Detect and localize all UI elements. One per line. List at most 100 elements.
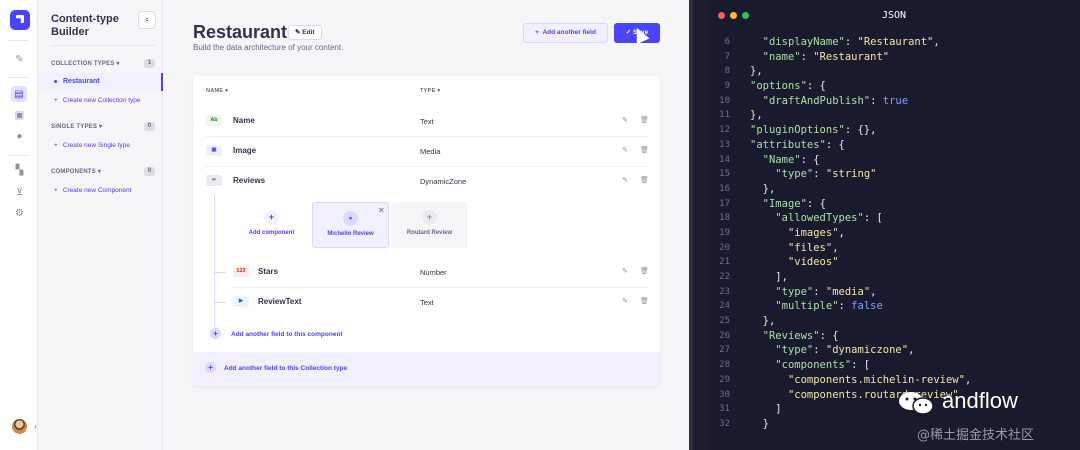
component-routard-review[interactable]: + Routard Review bbox=[391, 202, 468, 248]
json-line: 21 "videos" bbox=[708, 255, 1080, 270]
pencil-icon[interactable]: ✎ bbox=[13, 53, 26, 66]
field-type: Number bbox=[420, 268, 447, 277]
field-name: Image bbox=[233, 146, 257, 155]
terminal-title: JSON bbox=[881, 10, 907, 21]
edit-pencil-icon[interactable]: ✎ bbox=[622, 297, 628, 305]
table-row[interactable]: Ab Name Text ✎ 🗑 bbox=[193, 106, 660, 136]
section-components[interactable]: COMPONENTS ▾ bbox=[51, 168, 101, 175]
text-field-icon: Ab bbox=[206, 115, 222, 126]
column-header-name[interactable]: NAME ▾ bbox=[206, 88, 228, 94]
settings-gear-icon[interactable]: ⚙ bbox=[13, 207, 26, 220]
json-line: 6 "displayName": "Restaurant", bbox=[708, 35, 1080, 50]
edit-pencil-icon[interactable]: ✎ bbox=[622, 146, 628, 154]
close-icon[interactable]: ✕ bbox=[378, 206, 385, 215]
column-header-type[interactable]: TYPE ▾ bbox=[420, 88, 440, 94]
add-component-label: Add component bbox=[248, 230, 295, 236]
wechat-logo-icon bbox=[899, 392, 934, 415]
component-label: Routard Review bbox=[406, 230, 453, 236]
json-code-view[interactable]: 6 "displayName": "Restaurant", 7 "name": … bbox=[708, 35, 1080, 432]
component-icon: ▪ bbox=[343, 211, 358, 226]
table-row[interactable]: ▣ Image Media ✎ 🗑 bbox=[193, 136, 660, 166]
connector-branch bbox=[214, 302, 226, 303]
fields-table: NAME ▾ TYPE ▾ Ab Name Text ✎ 🗑 ▣ Image M… bbox=[193, 76, 660, 386]
section-collection-types[interactable]: COLLECTION TYPES ▾ bbox=[51, 60, 120, 67]
table-row[interactable]: ∞ Reviews DynamicZone ✎ 🗑 bbox=[193, 166, 660, 196]
table-row[interactable]: ▶ ReviewText Text ✎ 🗑 bbox=[193, 287, 660, 317]
watermark-brand: andflow bbox=[942, 388, 1018, 413]
strapi-logo-icon[interactable] bbox=[10, 10, 30, 30]
line-number: 15 bbox=[719, 169, 730, 180]
info-icon[interactable]: ● bbox=[13, 130, 26, 143]
trash-icon[interactable]: 🗑 bbox=[640, 146, 649, 154]
line-number: 6 bbox=[724, 37, 730, 47]
line-number: 25 bbox=[719, 316, 730, 327]
page-subtitle: Build the data architecture of your cont… bbox=[193, 43, 344, 52]
trash-icon[interactable]: 🗑 bbox=[640, 297, 649, 305]
plus-icon: + bbox=[205, 362, 216, 373]
sidebar-item-restaurant[interactable]: Restaurant bbox=[38, 73, 163, 91]
create-single-type-link[interactable]: + Create new Single type bbox=[54, 142, 130, 149]
plugins-icon[interactable]: ▚ bbox=[13, 164, 26, 177]
line-number: 14 bbox=[719, 154, 730, 165]
json-line: 29 "components.michelin-review", bbox=[708, 373, 1080, 388]
create-collection-type-link[interactable]: + Create new Collection type bbox=[54, 97, 140, 104]
edit-button[interactable]: ✎ Edit bbox=[288, 25, 322, 40]
json-line: 8}, bbox=[708, 64, 1080, 79]
table-row[interactable]: 123 Stars Number ✎ 🗑 bbox=[193, 257, 660, 287]
line-text: "Image": { bbox=[762, 197, 826, 210]
component-icon: + bbox=[422, 210, 437, 225]
add-component-button[interactable]: + Add component bbox=[233, 202, 310, 248]
line-number: 17 bbox=[719, 198, 730, 209]
edit-pencil-icon[interactable]: ✎ bbox=[622, 176, 628, 184]
user-avatar[interactable] bbox=[12, 419, 27, 434]
content-type-builder-icon[interactable]: ▤ bbox=[11, 86, 27, 102]
add-another-field-button[interactable]: + Add another field bbox=[523, 23, 608, 43]
field-name: Name bbox=[233, 116, 255, 125]
line-text: }, bbox=[750, 109, 763, 122]
field-type: DynamicZone bbox=[420, 177, 467, 186]
section-single-types[interactable]: SINGLE TYPES ▾ bbox=[51, 123, 102, 130]
line-text: "type": "string" bbox=[775, 168, 877, 181]
subnav-title: Content-type Builder bbox=[51, 13, 119, 38]
line-text: }, bbox=[750, 315, 776, 328]
field-type: Media bbox=[420, 147, 441, 156]
json-line: 9 "options": { bbox=[708, 79, 1080, 94]
field-type: Text bbox=[420, 117, 434, 126]
media-field-icon: ▣ bbox=[206, 145, 222, 156]
line-text: "type": "media", bbox=[775, 285, 877, 298]
field-type: Text bbox=[420, 298, 434, 307]
json-line: 17 "Image": { bbox=[708, 197, 1080, 212]
terminal-titlebar: JSON bbox=[708, 0, 1080, 30]
json-line: 24 "multiple": false bbox=[708, 299, 1080, 314]
plus-icon: + bbox=[54, 97, 58, 104]
single-types-count: 0 bbox=[144, 122, 155, 131]
line-text: "name": "Restaurant" bbox=[762, 50, 890, 63]
plus-icon: + bbox=[264, 210, 279, 225]
pencil-icon: ✎ bbox=[295, 29, 301, 36]
content-type-subnav: Content-type Builder ⌕ COLLECTION TYPES … bbox=[38, 0, 163, 450]
create-component-link[interactable]: + Create new Component bbox=[54, 187, 131, 194]
active-dot-icon bbox=[54, 79, 57, 83]
chevron-right-icon[interactable]: › bbox=[34, 422, 37, 431]
trash-icon[interactable]: 🗑 bbox=[640, 116, 649, 124]
nav-divider bbox=[9, 155, 29, 156]
plus-icon: + bbox=[54, 187, 58, 194]
add-field-to-collection-button[interactable]: + Add another field to this Collection ty… bbox=[193, 352, 660, 386]
search-icon[interactable]: ⌕ bbox=[138, 11, 156, 29]
line-number: 27 bbox=[719, 345, 730, 356]
field-name: ReviewText bbox=[258, 297, 302, 306]
add-field-to-component-button[interactable]: + Add another field to this component bbox=[210, 328, 343, 339]
media-library-icon[interactable]: ▣ bbox=[13, 109, 26, 122]
line-text: "components.michelin-review", bbox=[787, 373, 972, 386]
marketplace-cart-icon[interactable]: ⊻ bbox=[13, 186, 26, 199]
trash-icon[interactable]: 🗑 bbox=[640, 176, 649, 184]
edit-pencil-icon[interactable]: ✎ bbox=[622, 267, 628, 275]
json-line: 22 ], bbox=[708, 270, 1080, 285]
line-number: 20 bbox=[719, 242, 730, 253]
trash-icon[interactable]: 🗑 bbox=[640, 267, 649, 275]
strapi-app-window: ✎ ▤ ▣ ● ▚ ⊻ ⚙ › Content-type Builder ⌕ C… bbox=[0, 0, 693, 450]
json-line: 11}, bbox=[708, 108, 1080, 123]
edit-pencil-icon[interactable]: ✎ bbox=[622, 116, 628, 124]
components-count: 0 bbox=[144, 167, 155, 176]
line-text: "images", bbox=[787, 226, 845, 239]
